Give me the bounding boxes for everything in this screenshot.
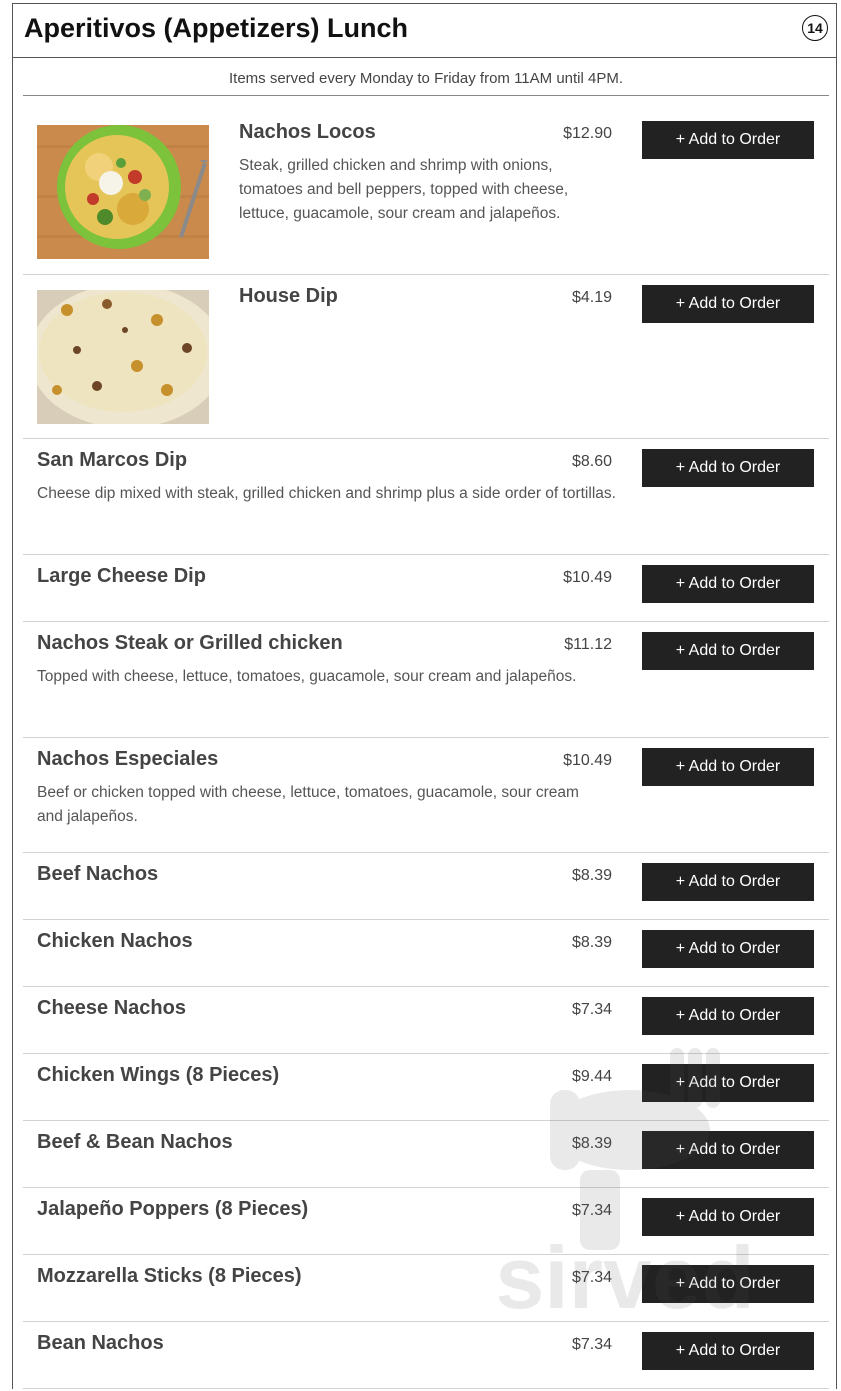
row-divider [23,1388,829,1389]
section-title: Aperitivos (Appetizers) Lunch [24,13,409,43]
item-name: Large Cheese Dip [37,565,206,587]
row-divider [23,1053,829,1054]
item-name: Cheese Nachos [37,997,186,1019]
section-header: Aperitivos (Appetizers) Lunch 14 [13,4,836,58]
add-to-order-button[interactable]: + Add to Order [642,1265,814,1303]
item-name: San Marcos Dip [37,449,188,471]
add-to-order-button[interactable]: + Add to Order [642,748,814,786]
item-description: Steak, grilled chicken and shrimp with o… [239,157,569,222]
item-name: Beef Nachos [37,863,159,885]
row-divider [23,919,829,920]
add-to-order-button[interactable]: + Add to Order [642,121,814,159]
add-to-order-button[interactable]: + Add to Order [642,565,814,603]
item-price: $11.12 [564,636,612,653]
add-to-order-button[interactable]: + Add to Order [642,1131,814,1169]
row-divider [23,986,829,987]
row-divider [23,1120,829,1121]
section-subtitle: Items served every Monday to Friday from… [228,70,624,87]
row-divider [23,554,829,555]
row-divider [23,621,829,622]
item-price: $8.60 [571,453,612,470]
add-to-order-button[interactable]: + Add to Order [642,997,814,1035]
add-to-order-button[interactable]: + Add to Order [642,930,814,968]
nachos-locos-photo [37,125,209,259]
add-to-order-button[interactable]: + Add to Order [642,1332,814,1370]
add-to-order-button[interactable]: + Add to Order [642,1198,814,1236]
row-divider [23,438,829,439]
menu-section-panel: Aperitivos (Appetizers) Lunch 14 Items s… [12,3,837,1389]
add-to-order-button[interactable]: + Add to Order [642,449,814,487]
row-divider [23,852,829,853]
item-price: $7.34 [571,1001,612,1018]
item-price: $8.39 [571,1135,612,1152]
item-price: $10.49 [563,569,612,586]
item-name: Bean Nachos [37,1332,164,1354]
item-price: $12.90 [563,125,612,142]
item-price: $10.49 [563,752,612,769]
add-to-order-button[interactable]: + Add to Order [642,1064,814,1102]
item-name: Mozzarella Sticks (8 Pieces) [37,1265,302,1287]
item-price: $7.34 [571,1202,612,1219]
item-name: Jalapeño Poppers (8 Pieces) [37,1198,309,1220]
item-price: $7.34 [571,1336,612,1353]
item-name: Beef & Bean Nachos [37,1131,233,1153]
row-divider [23,1187,829,1188]
item-name: Chicken Nachos [37,930,193,952]
item-count-badge: 14 [802,15,828,41]
item-name: Chicken Wings (8 Pieces) [37,1064,280,1086]
item-price: $8.39 [571,867,612,884]
item-price: $8.39 [571,934,612,951]
add-to-order-button[interactable]: + Add to Order [642,285,814,323]
item-price: $9.44 [571,1068,612,1085]
item-description: Beef or chicken topped with cheese, lett… [37,784,579,825]
add-to-order-button[interactable]: + Add to Order [642,863,814,901]
section-divider [23,95,829,96]
row-divider [23,1321,829,1322]
item-name: House Dip [239,285,338,307]
item-description: Cheese dip mixed with steak, grilled chi… [37,485,616,502]
row-divider [23,1254,829,1255]
item-price: $7.34 [571,1269,612,1286]
row-divider [23,274,829,275]
add-to-order-button[interactable]: + Add to Order [642,632,814,670]
row-divider [23,737,829,738]
house-dip-photo [37,290,209,424]
item-name: Nachos Locos [239,121,376,143]
item-description: Topped with cheese, lettuce, tomatoes, g… [37,668,577,685]
item-name: Nachos Especiales [37,748,219,770]
item-price: $4.19 [571,289,612,306]
item-name: Nachos Steak or Grilled chicken [37,632,343,654]
